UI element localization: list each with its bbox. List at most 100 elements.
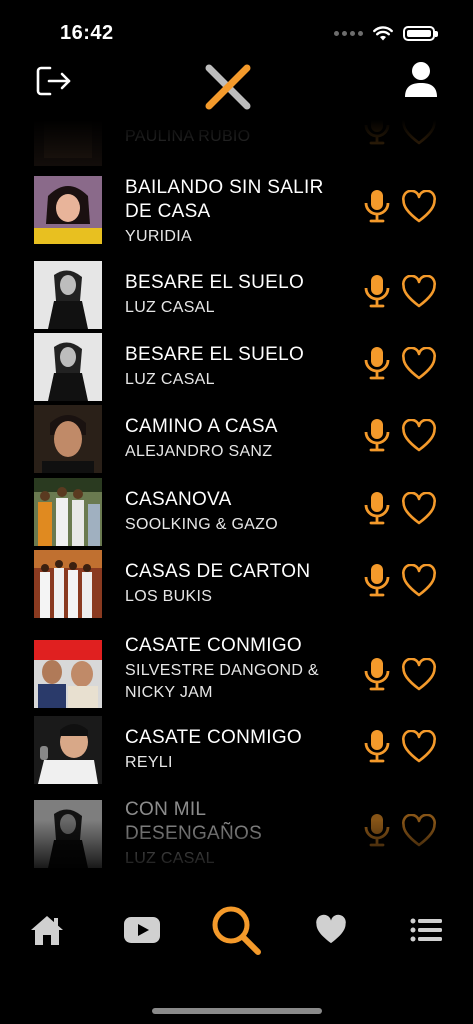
microphone-icon: [364, 120, 390, 145]
app-header: [0, 60, 473, 120]
karaoke-button[interactable]: [362, 188, 392, 224]
favorite-button[interactable]: [401, 346, 437, 381]
song-artist: PAULINA RUBIO: [125, 128, 251, 145]
logout-button[interactable]: [36, 64, 74, 98]
song-row[interactable]: BAILANDO SIN SALIR DE CASA YURIDIA: [0, 176, 473, 248]
song-row[interactable]: BESARE EL SUELO LUZ CASAL: [0, 333, 473, 405]
favorite-button[interactable]: [401, 418, 437, 453]
karaoke-button[interactable]: [362, 490, 392, 526]
song-row[interactable]: CAMINO A CASA ALEJANDRO SANZ: [0, 405, 473, 477]
heart-outline-icon: [402, 491, 436, 525]
heart-outline-icon: [402, 418, 436, 452]
list-icon: [410, 918, 442, 942]
karaoke-button[interactable]: [362, 656, 392, 692]
song-artist: LOS BUKIS: [125, 588, 213, 605]
karaoke-button[interactable]: [362, 345, 392, 381]
song-title: CASAS DE CARTON: [125, 561, 311, 582]
search-icon: [212, 906, 261, 955]
status-time: 16:42: [60, 22, 114, 44]
home-icon: [31, 916, 63, 945]
tab-search[interactable]: [208, 895, 264, 965]
microphone-icon: [364, 658, 390, 691]
album-art: [34, 176, 102, 244]
song-title: CAMINO A CASA: [125, 416, 278, 437]
song-artist: LUZ CASAL: [125, 371, 215, 388]
song-row[interactable]: CASANOVA SOOLKING & GAZO: [0, 478, 473, 550]
song-row[interactable]: CON MIL DESENGAÑOS LUZ CASAL: [0, 798, 473, 870]
favorite-button[interactable]: [401, 274, 437, 309]
song-artist: LUZ CASAL: [125, 850, 215, 867]
favorite-button[interactable]: [401, 120, 437, 146]
heart-outline-icon: [402, 189, 436, 223]
album-art: [34, 333, 102, 401]
song-row[interactable]: CASATE CONMIGO SILVESTRE DANGOND & NICKY…: [0, 634, 473, 714]
logout-icon: [36, 66, 71, 96]
microphone-icon: [364, 347, 390, 380]
album-art: [34, 261, 102, 329]
x-logo-icon: [205, 64, 251, 110]
song-title: BESARE EL SUELO: [125, 344, 305, 365]
app-logo: [201, 60, 255, 114]
karaoke-button[interactable]: [362, 728, 392, 764]
tab-favorites[interactable]: [303, 895, 359, 965]
tab-lists[interactable]: [398, 895, 454, 965]
heart-outline-icon: [402, 657, 436, 691]
song-title: BESARE EL SUELO: [125, 272, 305, 293]
cellular-signal-icon: [334, 31, 363, 36]
album-art: [34, 550, 102, 618]
status-bar: 16:42: [0, 0, 473, 60]
tab-videos[interactable]: [114, 895, 170, 965]
favorite-button[interactable]: [401, 491, 437, 526]
song-title: CASANOVA: [125, 489, 232, 510]
song-title: CASATE CONMIGO: [125, 635, 302, 656]
song-row[interactable]: PAULINA RUBIO: [0, 120, 473, 170]
home-indicator[interactable]: [152, 1008, 322, 1014]
song-artist: LUZ CASAL: [125, 299, 215, 316]
youtube-icon: [124, 917, 160, 943]
karaoke-button[interactable]: [362, 120, 392, 146]
song-title: BAILANDO SIN SALIR DE CASA: [125, 177, 324, 222]
microphone-icon: [364, 814, 390, 847]
song-artist: SILVESTRE DANGOND & NICKY JAM: [125, 662, 319, 701]
song-title: CON MIL DESENGAÑOS: [125, 799, 263, 844]
song-row[interactable]: CASAS DE CARTON LOS BUKIS: [0, 550, 473, 622]
tab-bar: [0, 895, 473, 975]
status-icons: [334, 26, 438, 41]
heart-outline-icon: [402, 729, 436, 763]
karaoke-button[interactable]: [362, 812, 392, 848]
profile-button[interactable]: [402, 60, 440, 100]
favorite-button[interactable]: [401, 729, 437, 764]
karaoke-button[interactable]: [362, 417, 392, 453]
song-row[interactable]: BESARE EL SUELO LUZ CASAL: [0, 261, 473, 333]
heart-outline-icon: [402, 274, 436, 308]
album-art: [34, 640, 102, 708]
song-row[interactable]: CASATE CONMIGO REYLI: [0, 716, 473, 788]
microphone-icon: [364, 564, 390, 597]
album-art: [34, 716, 102, 784]
album-art: [34, 800, 102, 868]
song-artist: ALEJANDRO SANZ: [125, 443, 273, 460]
heart-outline-icon: [402, 563, 436, 597]
favorite-button[interactable]: [401, 813, 437, 848]
heart-outline-icon: [402, 120, 436, 145]
song-list[interactable]: PAULINA RUBIO BAILANDO SIN SALIR DE CASA…: [0, 120, 473, 870]
song-artist: REYLI: [125, 754, 173, 771]
heart-outline-icon: [402, 813, 436, 847]
heart-outline-icon: [402, 346, 436, 380]
microphone-icon: [364, 730, 390, 763]
album-art: [34, 405, 102, 473]
microphone-icon: [364, 275, 390, 308]
song-artist: YURIDIA: [125, 228, 192, 245]
tab-home[interactable]: [19, 895, 75, 965]
wifi-icon: [373, 26, 393, 41]
favorite-button[interactable]: [401, 189, 437, 224]
microphone-icon: [364, 492, 390, 525]
heart-icon: [316, 914, 346, 944]
karaoke-button[interactable]: [362, 273, 392, 309]
song-artist: SOOLKING & GAZO: [125, 516, 278, 533]
song-title: CASATE CONMIGO: [125, 727, 302, 748]
microphone-icon: [364, 190, 390, 223]
favorite-button[interactable]: [401, 563, 437, 598]
karaoke-button[interactable]: [362, 562, 392, 598]
favorite-button[interactable]: [401, 657, 437, 692]
